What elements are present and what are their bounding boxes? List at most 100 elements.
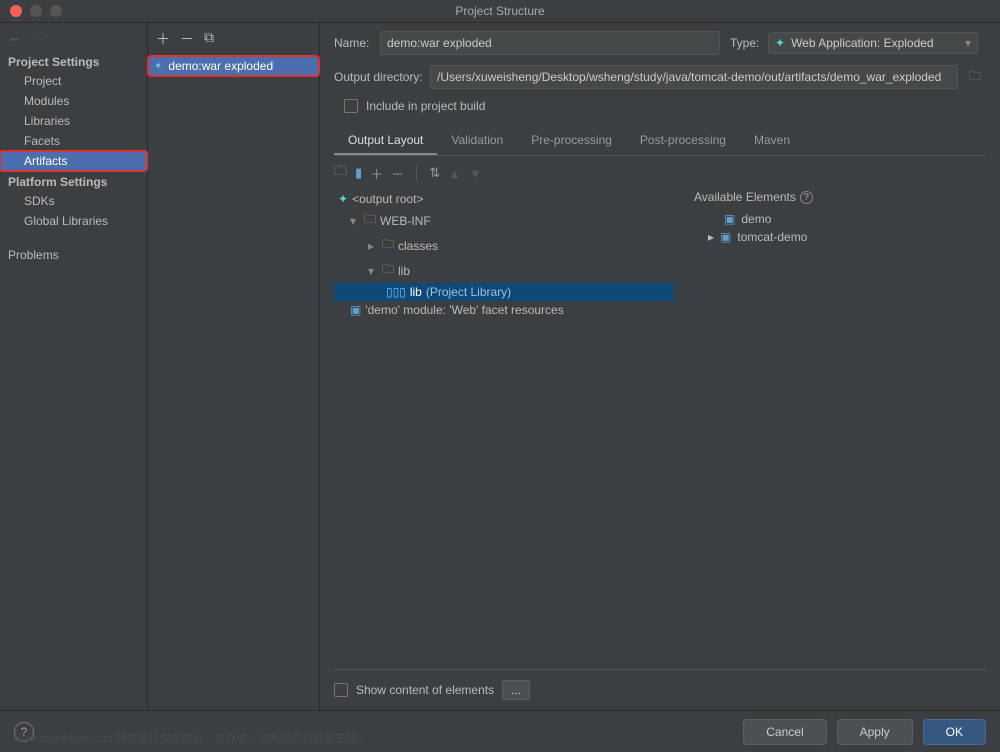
folder-icon: 🗀 bbox=[382, 235, 394, 256]
available-elements: Available Elements ? ▣ demo ▸ ▣ tomcat-d… bbox=[694, 190, 986, 669]
new-item-icon[interactable]: ▮ bbox=[355, 165, 362, 181]
platform-settings-header: Platform Settings bbox=[0, 171, 147, 191]
tab-post-processing[interactable]: Post-processing bbox=[626, 127, 740, 155]
sidebar: ← → Project Settings Project Modules Lib… bbox=[0, 23, 148, 710]
artifact-item-demo-war[interactable]: ✦ demo:war exploded bbox=[148, 56, 319, 76]
down-icon: ▼ bbox=[469, 166, 482, 181]
tab-output-layout[interactable]: Output Layout bbox=[334, 127, 437, 155]
ellipsis-button[interactable]: ... bbox=[502, 680, 530, 700]
toolbar-divider bbox=[416, 165, 417, 181]
caret-down-icon[interactable]: ▾ bbox=[368, 264, 378, 278]
layout-body: ✦ <output root> ▾ 🗀 WEB-INF ▸ 🗀 classes … bbox=[334, 190, 986, 669]
artifacts-toolbar: ＋ － ⧉ bbox=[148, 23, 319, 56]
available-item-demo[interactable]: ▣ demo bbox=[694, 210, 986, 228]
add-copy-icon[interactable]: ＋ bbox=[370, 164, 383, 183]
project-settings-header: Project Settings bbox=[0, 51, 147, 71]
available-demo-label: demo bbox=[741, 212, 771, 226]
classes-label: classes bbox=[398, 239, 438, 253]
layout-toolbar: 🗀 ▮ ＋ － ⇅ ▲ ▼ bbox=[334, 156, 986, 190]
tree-lib-project[interactable]: ▯▯▯ lib (Project Library) bbox=[334, 283, 674, 301]
output-tree[interactable]: ✦ <output root> ▾ 🗀 WEB-INF ▸ 🗀 classes … bbox=[334, 190, 674, 669]
sidebar-item-facets[interactable]: Facets bbox=[0, 131, 147, 151]
folder-icon: 🗀 bbox=[364, 210, 376, 231]
available-header: Available Elements ? bbox=[694, 190, 986, 204]
footer-options: Show content of elements ... bbox=[334, 669, 986, 710]
demo-facet-label: 'demo' module: 'Web' facet resources bbox=[365, 303, 563, 317]
module-icon: ▣ bbox=[724, 212, 735, 226]
tab-pre-processing[interactable]: Pre-processing bbox=[517, 127, 626, 155]
available-item-tomcat-demo[interactable]: ▸ ▣ tomcat-demo bbox=[694, 228, 986, 246]
ok-button[interactable]: OK bbox=[923, 719, 986, 745]
show-content-checkbox[interactable] bbox=[334, 683, 348, 697]
remove-item-icon[interactable]: － bbox=[391, 164, 404, 183]
folder-icon: 🗀 bbox=[382, 260, 394, 281]
dialog-buttons: Cancel Apply OK bbox=[743, 719, 986, 745]
show-content-label: Show content of elements bbox=[356, 683, 494, 697]
window-title: Project Structure bbox=[0, 4, 1000, 18]
include-build-row[interactable]: Include in project build bbox=[344, 99, 986, 113]
type-label: Type: bbox=[730, 36, 768, 50]
name-input[interactable] bbox=[380, 31, 720, 55]
tab-maven[interactable]: Maven bbox=[740, 127, 804, 155]
tree-classes[interactable]: ▸ 🗀 classes bbox=[334, 233, 674, 258]
tree-demo-facet[interactable]: ▣ 'demo' module: 'Web' facet resources bbox=[334, 301, 674, 319]
forward-icon: → bbox=[32, 29, 46, 45]
lib-project-suffix: (Project Library) bbox=[426, 285, 511, 299]
type-select[interactable]: ✦ Web Application: Exploded ▾ bbox=[768, 32, 978, 54]
artifacts-column: ＋ － ⧉ ✦ demo:war exploded bbox=[148, 23, 320, 710]
apply-button[interactable]: Apply bbox=[837, 719, 913, 745]
available-tomcat-label: tomcat-demo bbox=[737, 230, 807, 244]
caret-right-icon[interactable]: ▸ bbox=[708, 230, 714, 244]
sidebar-item-global-libraries[interactable]: Global Libraries bbox=[0, 211, 147, 231]
detail-panel: Name: Type: ✦ Web Application: Exploded … bbox=[320, 23, 1000, 710]
output-dir-input[interactable] bbox=[430, 65, 958, 89]
include-build-label: Include in project build bbox=[366, 99, 485, 113]
tab-validation[interactable]: Validation bbox=[437, 127, 517, 155]
tree-web-inf[interactable]: ▾ 🗀 WEB-INF bbox=[334, 208, 674, 233]
remove-icon[interactable]: － bbox=[180, 29, 194, 49]
name-label: Name: bbox=[334, 36, 380, 50]
up-icon: ▲ bbox=[448, 166, 461, 181]
artifact-label: demo:war exploded bbox=[168, 59, 273, 73]
library-icon: ▯▯▯ bbox=[386, 285, 406, 299]
browse-folder-icon[interactable]: 🗀 bbox=[964, 66, 986, 88]
include-build-checkbox[interactable] bbox=[344, 99, 358, 113]
titlebar: Project Structure bbox=[0, 0, 1000, 22]
tree-lib[interactable]: ▾ 🗀 lib bbox=[334, 258, 674, 283]
sidebar-item-problems[interactable]: Problems bbox=[0, 245, 147, 265]
chevron-down-icon: ▾ bbox=[965, 36, 971, 50]
back-icon[interactable]: ← bbox=[8, 29, 22, 45]
copy-icon[interactable]: ⧉ bbox=[204, 29, 214, 49]
web-app-icon: ✦ bbox=[775, 36, 785, 50]
sidebar-item-project[interactable]: Project bbox=[0, 71, 147, 91]
add-icon[interactable]: ＋ bbox=[156, 29, 170, 49]
name-row: Name: Type: ✦ Web Application: Exploded … bbox=[334, 31, 986, 55]
webinf-label: WEB-INF bbox=[380, 214, 431, 228]
sidebar-item-modules[interactable]: Modules bbox=[0, 91, 147, 111]
nav-arrows: ← → bbox=[0, 23, 147, 51]
main-area: ← → Project Settings Project Modules Lib… bbox=[0, 22, 1000, 710]
type-value: Web Application: Exploded bbox=[791, 36, 934, 50]
tree-output-root[interactable]: ✦ <output root> bbox=[334, 190, 674, 208]
module-icon: ▣ bbox=[720, 230, 731, 244]
sidebar-item-libraries[interactable]: Libraries bbox=[0, 111, 147, 131]
output-dir-label: Output directory: bbox=[334, 70, 430, 84]
caret-down-icon[interactable]: ▾ bbox=[350, 214, 360, 228]
sidebar-item-sdks[interactable]: SDKs bbox=[0, 191, 147, 211]
cancel-button[interactable]: Cancel bbox=[743, 719, 826, 745]
output-dir-row: Output directory: 🗀 bbox=[334, 65, 986, 89]
sort-icon[interactable]: ⇅ bbox=[429, 165, 440, 181]
caret-right-icon[interactable]: ▸ bbox=[368, 239, 378, 253]
lib-label: lib bbox=[398, 264, 410, 278]
artifact-icon: ✦ bbox=[154, 61, 162, 72]
web-facet-icon: ▣ bbox=[350, 303, 361, 317]
new-folder-icon[interactable]: 🗀 bbox=[334, 162, 347, 184]
detail-tabs: Output Layout Validation Pre-processing … bbox=[334, 127, 986, 156]
sidebar-item-artifacts[interactable]: Artifacts bbox=[0, 151, 147, 171]
lib-project-label: lib bbox=[410, 285, 422, 299]
root-icon: ✦ bbox=[338, 192, 348, 206]
help-icon[interactable]: ? bbox=[800, 191, 813, 204]
watermark-text: www.toymoban.com 网络图片仅供展示，非存储，如有侵权请联系删除。 bbox=[14, 730, 368, 746]
available-header-label: Available Elements bbox=[694, 190, 796, 204]
artifacts-list: ✦ demo:war exploded bbox=[148, 56, 319, 710]
